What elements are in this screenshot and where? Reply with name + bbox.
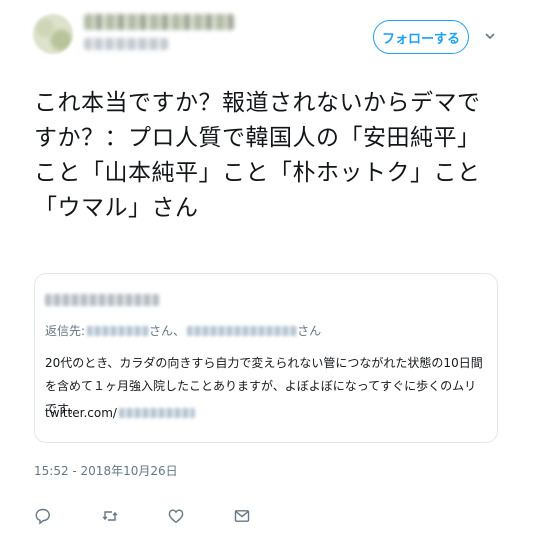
reply-to-line: 返信先: さん、 さん: [45, 322, 321, 339]
reply-to-suffix: さん: [297, 324, 322, 338]
reply-to-user-redacted[interactable]: [187, 325, 298, 336]
like-icon[interactable]: [167, 507, 185, 525]
chevron-down-icon: [485, 33, 495, 40]
tweet-text: これ本当ですか？報道されないからデマですか？：プロ人質で韓国人の「安田純平」こと…: [34, 90, 481, 221]
reply-to-prefix: 返信先:: [45, 324, 86, 338]
author-name-redacted[interactable]: [84, 14, 234, 30]
reply-to-separator: さん、: [149, 324, 186, 338]
quoted-author-redacted: [45, 294, 159, 306]
link-path-redacted[interactable]: [118, 408, 195, 418]
reply-icon[interactable]: [34, 507, 52, 525]
chevron-down-icon[interactable]: [483, 29, 497, 43]
retweet-icon[interactable]: [101, 507, 119, 525]
quoted-tweet-card[interactable]: 返信先: さん、 さん 20代のとき、カラダの向きすら自力で変えられない管につな…: [34, 273, 498, 443]
link-prefix[interactable]: twitter.com/: [45, 406, 117, 420]
message-icon[interactable]: [233, 507, 251, 525]
follow-button[interactable]: フォローする: [373, 20, 469, 54]
reply-to-user-redacted[interactable]: [87, 325, 150, 336]
tweet-timestamp[interactable]: 15:52 - 2018年10月26日: [34, 462, 178, 479]
avatar[interactable]: [33, 14, 73, 54]
quoted-tweet-link[interactable]: twitter.com/: [45, 406, 195, 420]
author-handle-redacted[interactable]: [84, 38, 168, 50]
